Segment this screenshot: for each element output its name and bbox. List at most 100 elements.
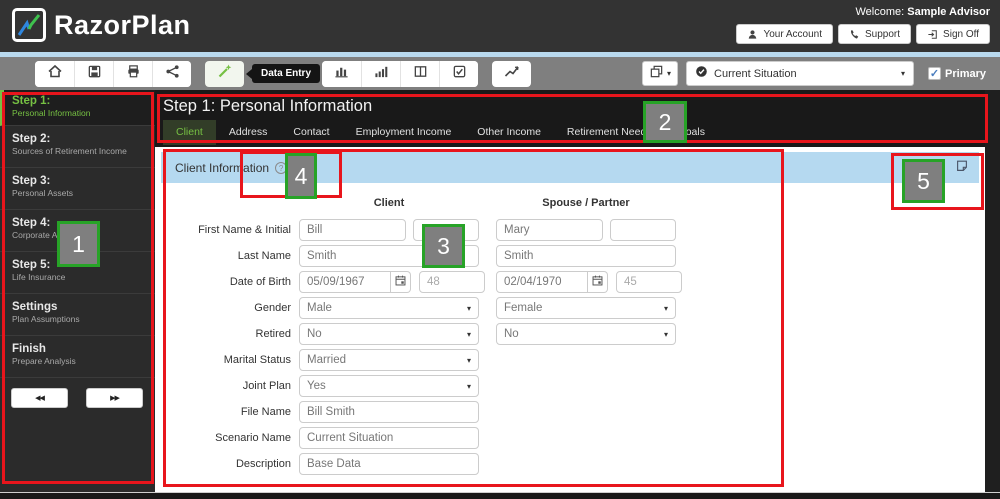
save-icon xyxy=(87,64,102,84)
data-entry-button[interactable] xyxy=(205,61,244,87)
calendar-button[interactable] xyxy=(588,271,608,293)
sidebar-item-sources-of-retirement-income[interactable]: Step 2:Sources of Retirement Income xyxy=(0,126,155,168)
client-gender-select[interactable]: Male ▾ xyxy=(299,297,479,319)
client-cell: Male ▾ xyxy=(299,297,479,319)
caret-down-icon: ▾ xyxy=(667,69,671,78)
client-gender-select-value: Male xyxy=(307,302,332,314)
spouse-last-name-input[interactable] xyxy=(496,245,676,267)
file-name-input[interactable] xyxy=(299,401,479,423)
columns-button[interactable] xyxy=(400,61,439,87)
tab-goals[interactable]: Goals xyxy=(665,120,718,145)
sidebar-item-subtitle: Personal Information xyxy=(12,108,145,118)
spouse-age-field[interactable] xyxy=(616,271,682,293)
sidebar-item-prepare-analysis[interactable]: FinishPrepare Analysis xyxy=(0,336,155,378)
spouse-initial-input[interactable] xyxy=(610,219,676,241)
checklist-button[interactable] xyxy=(439,61,478,87)
your-account-label: Your Account xyxy=(763,29,822,40)
share-icon xyxy=(165,64,180,84)
primary-label: Primary xyxy=(945,68,986,80)
primary-checkbox-wrap[interactable]: ✓ Primary xyxy=(928,67,986,80)
client-first-name-initial-input[interactable] xyxy=(299,219,406,241)
support-label: Support xyxy=(865,29,900,40)
sidebar-item-title: Step 2: xyxy=(12,133,145,145)
client-retired-select[interactable]: No▾ xyxy=(299,323,479,345)
main-area: Step 1:Personal InformationStep 2:Source… xyxy=(0,90,1000,492)
sidebar-item-subtitle: Corporate Assets xyxy=(12,230,145,240)
tab-other-income[interactable]: Other Income xyxy=(464,120,554,145)
sidebar-item-title: Step 5: xyxy=(12,259,145,271)
calendar-button[interactable] xyxy=(391,271,411,293)
bar-chart-button[interactable] xyxy=(322,61,361,87)
spouse-cell xyxy=(496,245,676,267)
client-initial-input[interactable] xyxy=(413,219,479,241)
tab-address[interactable]: Address xyxy=(216,120,281,145)
sidebar: Step 1:Personal InformationStep 2:Source… xyxy=(0,90,155,492)
nav-forward-icon: ▶▶ xyxy=(110,394,119,402)
file-button-group xyxy=(35,61,191,87)
client-marital-status-select[interactable]: Married▾ xyxy=(299,349,479,371)
logo-chart-icon xyxy=(12,8,46,42)
app-logo[interactable]: RazorPlan xyxy=(12,8,191,42)
client-retired-select-value: No xyxy=(307,328,322,340)
calendar-icon xyxy=(591,274,604,290)
client-joint-plan-select[interactable]: Yes▾ xyxy=(299,375,479,397)
description-input[interactable] xyxy=(299,453,479,475)
sidebar-item-personal-assets[interactable]: Step 3:Personal Assets xyxy=(0,168,155,210)
sidebar-item-personal-information[interactable]: Step 1:Personal Information xyxy=(0,90,155,126)
client-date-of-birth-input[interactable] xyxy=(299,271,391,293)
field-label: Joint Plan xyxy=(161,380,291,392)
client-cell: Married▾ xyxy=(299,349,479,371)
welcome-text: Welcome: Sample Advisor xyxy=(736,6,990,18)
scenario-clone-button[interactable]: ▾ xyxy=(642,61,678,86)
caret-down-icon: ▾ xyxy=(467,304,471,313)
nav-back-button[interactable]: ◀◀ xyxy=(11,388,68,408)
panel-area: Client Information ? Client Spouse / Par… xyxy=(155,147,985,492)
user-icon xyxy=(747,29,758,40)
sidebar-item-corporate-assets[interactable]: Step 4:Corporate Assets xyxy=(0,210,155,252)
analysis-chart-button[interactable] xyxy=(492,61,531,87)
client-cell xyxy=(299,401,479,423)
tab-client[interactable]: Client xyxy=(163,120,216,145)
spouse-date-of-birth-input[interactable] xyxy=(496,271,588,293)
your-account-button[interactable]: Your Account xyxy=(736,24,833,44)
page-bottom-bar xyxy=(0,492,1000,499)
help-icon[interactable]: ? xyxy=(275,162,287,174)
scenario-name-input[interactable] xyxy=(299,427,479,449)
razorplan-app: RazorPlan Welcome: Sample Advisor Your A… xyxy=(0,0,1000,499)
spouse-gender-select[interactable]: Female▾ xyxy=(496,297,676,319)
print-button[interactable] xyxy=(113,61,152,87)
spouse-first-name-initial-input[interactable] xyxy=(496,219,603,241)
client-age-field[interactable] xyxy=(419,271,485,293)
client-marital-status-select-value: Married xyxy=(307,354,346,366)
tab-employment-income[interactable]: Employment Income xyxy=(343,120,465,145)
client-last-name-input[interactable] xyxy=(299,245,479,267)
spouse-retired-select[interactable]: No▾ xyxy=(496,323,676,345)
note-icon[interactable] xyxy=(955,159,969,178)
field-label: Gender xyxy=(161,302,291,314)
sidebar-item-life-insurance[interactable]: Step 5:Life Insurance xyxy=(0,252,155,294)
client-cell: Yes▾ xyxy=(299,375,479,397)
sign-off-button[interactable]: Sign Off xyxy=(916,24,990,44)
view-button-group xyxy=(322,61,478,87)
share-button[interactable] xyxy=(152,61,191,87)
column-headers: Client Spouse / Partner xyxy=(161,197,979,209)
app-header: RazorPlan Welcome: Sample Advisor Your A… xyxy=(0,0,1000,52)
caret-down-icon: ▾ xyxy=(664,304,668,313)
sidebar-item-subtitle: Plan Assumptions xyxy=(12,314,145,324)
check-square-icon xyxy=(452,64,467,84)
nav-forward-button[interactable]: ▶▶ xyxy=(86,388,143,408)
caret-down-icon: ▾ xyxy=(901,69,905,78)
sidebar-item-title: Finish xyxy=(12,343,145,355)
primary-checkbox[interactable]: ✓ xyxy=(928,67,941,80)
tab-contact[interactable]: Contact xyxy=(280,120,342,145)
tab-retirement-needs[interactable]: Retirement Needs xyxy=(554,120,665,145)
save-button[interactable] xyxy=(74,61,113,87)
home-button[interactable] xyxy=(35,61,74,87)
scenario-select[interactable]: Current Situation ▾ xyxy=(686,61,914,86)
spouse-cell xyxy=(496,271,676,293)
client-cell xyxy=(299,271,479,293)
support-button[interactable]: Support xyxy=(838,24,911,44)
sidebar-item-plan-assumptions[interactable]: SettingsPlan Assumptions xyxy=(0,294,155,336)
signal-chart-button[interactable] xyxy=(361,61,400,87)
spouse-retired-select-value: No xyxy=(504,328,519,340)
